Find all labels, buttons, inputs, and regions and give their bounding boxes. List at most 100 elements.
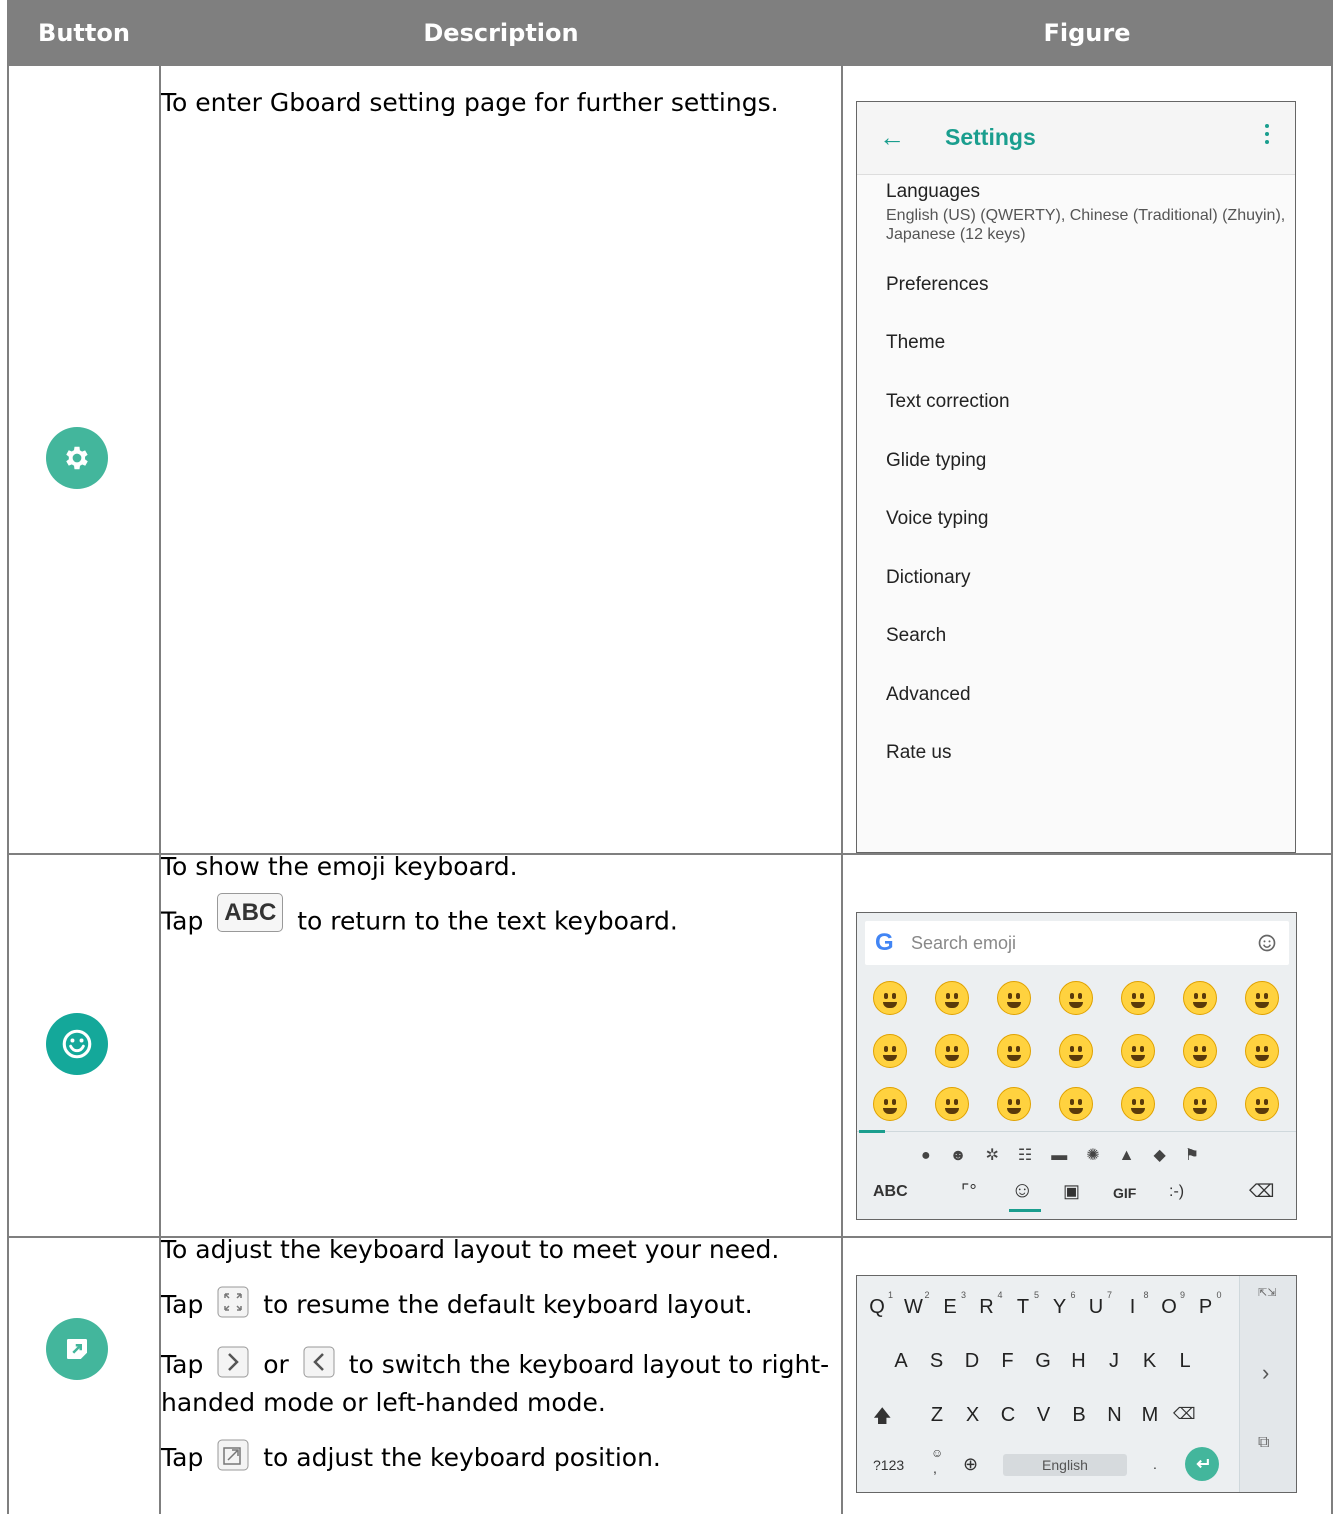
key-f[interactable]: F xyxy=(990,1350,1026,1373)
emoji-face-icon[interactable] xyxy=(935,1087,969,1121)
key-s[interactable]: S xyxy=(919,1350,955,1373)
key-j[interactable]: J xyxy=(1096,1350,1132,1373)
settings-app-bar: ← Settings xyxy=(857,102,1295,175)
emoji-face-icon[interactable] xyxy=(1121,1034,1155,1068)
emoji-face-icon[interactable] xyxy=(1059,981,1093,1015)
gif-tab[interactable]: GIF xyxy=(1113,1185,1136,1201)
languages-subtitle: English (US) (QWERTY), Chinese (Traditio… xyxy=(886,207,1286,243)
emoticon-tab[interactable]: :-) xyxy=(1169,1183,1184,1201)
emoji-face-icon[interactable] xyxy=(1121,981,1155,1015)
shift-icon[interactable]: 🡅 xyxy=(873,1404,892,1434)
position-icon xyxy=(217,1439,249,1479)
back-arrow-icon[interactable]: ← xyxy=(879,122,905,153)
emoji-face-icon[interactable] xyxy=(873,1087,907,1121)
space-key[interactable]: English xyxy=(1003,1454,1127,1476)
key-g[interactable]: G xyxy=(1025,1350,1061,1373)
key-l[interactable]: L xyxy=(1167,1350,1203,1373)
sticker-search-icon[interactable]: ⌜° xyxy=(961,1181,977,1202)
key-q[interactable]: Q1 xyxy=(859,1290,895,1319)
key-x[interactable]: X xyxy=(955,1404,991,1427)
expand-icon xyxy=(217,1286,249,1326)
enter-key[interactable] xyxy=(1185,1447,1219,1481)
emoji-category-icons[interactable]: ●☻✲☷▬✺▲◆⚑ xyxy=(921,1145,1218,1165)
settings-item-text-correction[interactable]: Text correction xyxy=(886,391,1010,413)
settings-item-theme[interactable]: Theme xyxy=(886,332,945,354)
key-r[interactable]: R4 xyxy=(969,1290,1005,1319)
settings-item-search[interactable]: Search xyxy=(886,625,946,647)
key-z[interactable]: Z xyxy=(919,1404,955,1427)
key-m[interactable]: M xyxy=(1132,1404,1168,1427)
emoji-face-icon[interactable] xyxy=(1059,1087,1093,1121)
emoji-tab-icon[interactable]: ☺ xyxy=(1011,1177,1033,1203)
period-key[interactable]: . xyxy=(1153,1456,1157,1472)
more-vert-icon[interactable] xyxy=(1265,124,1269,148)
symbols-key[interactable]: ?123 xyxy=(873,1457,904,1473)
emoji-keyboard-screenshot: G Search emoji ●☻✲☷▬✺▲◆⚑ ABC ⌜° ☺ ▣ GIF … xyxy=(856,912,1297,1220)
key-t[interactable]: T5 xyxy=(1005,1290,1041,1319)
emoji-face-icon[interactable] xyxy=(997,1087,1031,1121)
emoticon-icon[interactable] xyxy=(1257,933,1277,958)
key-u[interactable]: U7 xyxy=(1078,1290,1114,1319)
emoji-face-icon[interactable] xyxy=(1183,1087,1217,1121)
tap-text: Tap xyxy=(161,906,204,936)
emoji-face-icon[interactable] xyxy=(935,981,969,1015)
settings-item-glide-typing[interactable]: Glide typing xyxy=(886,450,986,472)
key-e[interactable]: E3 xyxy=(932,1290,968,1319)
abc-key[interactable]: ABC xyxy=(873,1183,908,1201)
emoji-face-icon[interactable] xyxy=(873,981,907,1015)
layout-line4-rest: to adjust the keyboard position. xyxy=(263,1443,661,1472)
layout-line4: Tap to adjust the keyboard position. xyxy=(161,1439,841,1479)
one-handed-side-panel: ⇱⇲ › ⧉ xyxy=(1239,1276,1296,1492)
layout-line1: To adjust the keyboard layout to meet yo… xyxy=(161,1235,780,1264)
layout-line3-rest: to switch the keyboard layout to right-h… xyxy=(161,1350,830,1417)
backspace-icon[interactable]: ⌫ xyxy=(1249,1181,1274,1202)
chevron-right-icon xyxy=(217,1346,249,1386)
emoji-face-icon[interactable] xyxy=(935,1034,969,1068)
emoji-face-icon[interactable] xyxy=(1183,1034,1217,1068)
emoji-search-bar[interactable]: G Search emoji xyxy=(865,921,1289,965)
sticker-icon[interactable]: ▣ xyxy=(1063,1181,1080,1202)
key-d[interactable]: D xyxy=(954,1350,990,1373)
expand-icon[interactable]: ⇱⇲ xyxy=(1258,1286,1276,1299)
key-k[interactable]: K xyxy=(1132,1350,1168,1373)
emoji-face-icon[interactable] xyxy=(1059,1034,1093,1068)
emoji-search-placeholder: Search emoji xyxy=(911,933,1017,953)
emoji-description-line1: To show the emoji keyboard. xyxy=(161,852,518,881)
settings-item-languages[interactable]: Languages xyxy=(886,181,980,203)
settings-item-preferences[interactable]: Preferences xyxy=(886,274,988,296)
emoji-small-icon[interactable]: ☺ xyxy=(931,1446,943,1460)
emoji-face-icon[interactable] xyxy=(1121,1087,1155,1121)
key-p[interactable]: P0 xyxy=(1188,1290,1224,1319)
emoji-face-icon[interactable] xyxy=(1245,981,1279,1015)
settings-item-rate-us[interactable]: Rate us xyxy=(886,742,951,764)
emoji-face-icon[interactable] xyxy=(1245,1034,1279,1068)
key-w[interactable]: W2 xyxy=(896,1290,932,1319)
google-logo-icon: G xyxy=(875,929,894,956)
key-o[interactable]: O9 xyxy=(1151,1290,1187,1319)
settings-button-cell xyxy=(7,64,161,855)
settings-item-advanced[interactable]: Advanced xyxy=(886,684,971,706)
position-icon[interactable]: ⧉ xyxy=(1258,1434,1269,1452)
key-y[interactable]: Y6 xyxy=(1042,1290,1078,1319)
chevron-right-icon[interactable]: › xyxy=(1262,1360,1269,1386)
key-h[interactable]: H xyxy=(1061,1350,1097,1373)
key-i[interactable]: I8 xyxy=(1115,1290,1151,1319)
key-a[interactable]: A xyxy=(883,1350,919,1373)
emoji-face-icon[interactable] xyxy=(1183,981,1217,1015)
header-button: Button xyxy=(7,0,161,66)
emoji-face-icon[interactable] xyxy=(873,1034,907,1068)
active-tab-indicator xyxy=(1009,1209,1041,1212)
emoji-face-icon[interactable] xyxy=(1245,1087,1279,1121)
header-description: Description xyxy=(159,0,843,66)
settings-item-dictionary[interactable]: Dictionary xyxy=(886,567,970,589)
key-v[interactable]: V xyxy=(1026,1404,1062,1427)
settings-item-voice-typing[interactable]: Voice typing xyxy=(886,508,988,530)
emoji-face-icon[interactable] xyxy=(997,1034,1031,1068)
comma-key[interactable]: , xyxy=(933,1460,937,1476)
emoji-face-icon[interactable] xyxy=(997,981,1031,1015)
globe-icon[interactable]: ⊕ xyxy=(963,1454,978,1475)
backspace-icon[interactable]: ⌫ xyxy=(1173,1404,1196,1424)
key-c[interactable]: C xyxy=(990,1404,1026,1427)
key-b[interactable]: B xyxy=(1061,1404,1097,1427)
key-n[interactable]: N xyxy=(1097,1404,1133,1427)
